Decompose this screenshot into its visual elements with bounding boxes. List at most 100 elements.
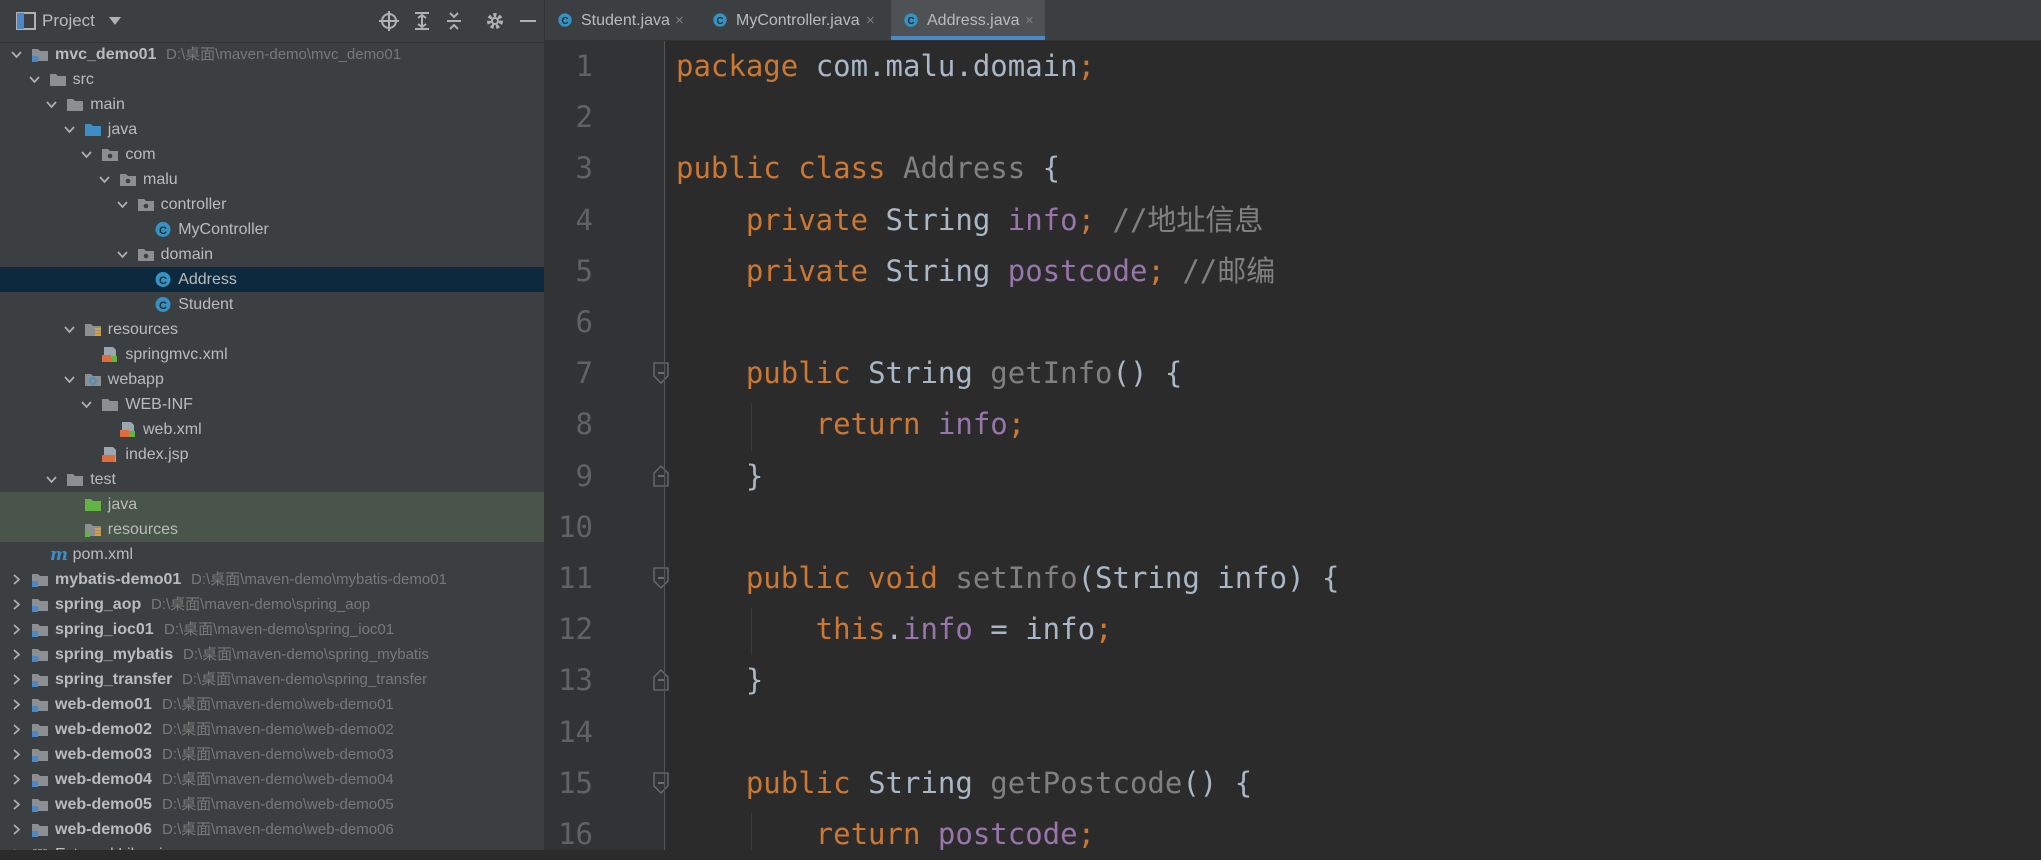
tree-item-label: spring_mybatis xyxy=(55,646,174,663)
chevron-right-icon[interactable] xyxy=(10,698,23,711)
chevron-right-icon[interactable] xyxy=(10,798,23,811)
tree-item[interactable]: index.jsp xyxy=(0,442,544,467)
chevron-right-icon[interactable] xyxy=(10,573,23,586)
chevron-right-icon[interactable] xyxy=(10,723,23,736)
chevron-down-icon[interactable] xyxy=(28,73,41,86)
chevron-down-icon[interactable] xyxy=(116,248,129,261)
chevron-right-icon[interactable] xyxy=(10,648,23,661)
code-line[interactable]: return info; xyxy=(676,399,1026,450)
editor-tab[interactable]: C MyController.java × xyxy=(700,0,886,40)
chevron-right-icon[interactable] xyxy=(10,598,23,611)
project-title[interactable]: Project xyxy=(42,11,95,31)
tree-item[interactable]: java xyxy=(0,117,544,142)
tree-item[interactable]: web-demo02 D:\桌面\maven-demo\web-demo02 xyxy=(0,717,544,742)
expand-all-icon[interactable] xyxy=(411,10,433,32)
tree-item[interactable]: spring_transfer D:\桌面\maven-demo\spring_t… xyxy=(0,667,544,692)
chevron-down-icon[interactable] xyxy=(116,198,129,211)
code-line[interactable]: package com.malu.domain; xyxy=(676,41,1095,92)
fold-open-icon[interactable] xyxy=(652,567,670,589)
tree-item[interactable]: web.xml xyxy=(0,417,544,442)
tree-item[interactable]: test xyxy=(0,467,544,492)
chevron-right-icon[interactable] xyxy=(10,623,23,636)
code-line[interactable]: return postcode; xyxy=(676,809,1095,850)
tree-item[interactable]: domain xyxy=(0,242,544,267)
tree-item[interactable]: m pom.xml xyxy=(0,542,544,567)
tree-item[interactable]: web-demo06 D:\桌面\maven-demo\web-demo06 xyxy=(0,817,544,842)
tree-item[interactable]: C Student xyxy=(0,292,544,317)
tree-item[interactable]: web-demo03 D:\桌面\maven-demo\web-demo03 xyxy=(0,742,544,767)
tree-item[interactable]: spring_aop D:\桌面\maven-demo\spring_aop xyxy=(0,592,544,617)
test-source-folder-icon xyxy=(84,499,101,511)
tree-item[interactable]: mvc_demo01 D:\桌面\maven-demo\mvc_demo01 xyxy=(0,42,544,67)
code-area[interactable]: package com.malu.domain; public class Add… xyxy=(676,41,2036,850)
tree-item[interactable]: spring_mybatis D:\桌面\maven-demo\spring_my… xyxy=(0,642,544,667)
tree-item-label: com xyxy=(125,146,156,163)
tree-item[interactable]: src xyxy=(0,67,544,92)
chevron-right-icon[interactable] xyxy=(10,748,23,761)
chevron-down-icon[interactable] xyxy=(63,123,76,136)
fold-close-icon[interactable] xyxy=(652,669,670,692)
tree-item[interactable]: External Libraries xyxy=(0,842,544,850)
tree-item-path: D:\桌面\maven-demo\spring_transfer xyxy=(182,671,428,688)
tree-item[interactable]: java xyxy=(0,492,544,517)
code-token: public void xyxy=(676,561,956,595)
chevron-down-icon[interactable] xyxy=(10,48,23,61)
tree-item[interactable]: main xyxy=(0,92,544,117)
tree-item[interactable]: mybatis-demo01 D:\桌面\maven-demo\mybatis-d… xyxy=(0,567,544,592)
fold-open-icon[interactable] xyxy=(652,772,670,794)
tree-item[interactable]: web-demo04 D:\桌面\maven-demo\web-demo04 xyxy=(0,767,544,792)
line-number: 3 xyxy=(575,151,593,186)
chevron-down-icon[interactable] xyxy=(108,15,122,27)
tree-item[interactable]: resources xyxy=(0,517,544,542)
chevron-down-icon[interactable] xyxy=(98,173,111,186)
code-line[interactable]: } xyxy=(676,655,763,706)
code-line[interactable]: public class Address { xyxy=(676,143,1060,194)
tree-item[interactable]: web-demo01 D:\桌面\maven-demo\web-demo01 xyxy=(0,692,544,717)
code-line[interactable]: public void setInfo(String info) { xyxy=(676,553,1340,604)
tree-item[interactable]: spring_ioc01 D:\桌面\maven-demo\spring_ioc0… xyxy=(0,617,544,642)
editor-gutter: 1 2 3 4 5 6 7 8 9 10 11 12 13 14 15 16 xyxy=(545,41,669,851)
chevron-right-icon[interactable] xyxy=(10,673,23,686)
tree-item[interactable]: webapp xyxy=(0,367,544,392)
gear-icon[interactable] xyxy=(484,10,506,32)
minimize-icon[interactable] xyxy=(517,10,539,32)
chevron-down-icon[interactable] xyxy=(80,398,93,411)
tree-item[interactable]: resources xyxy=(0,317,544,342)
code-token: Address xyxy=(902,151,1026,186)
tree-item-label: domain xyxy=(160,246,214,263)
chevron-right-icon[interactable] xyxy=(10,823,23,836)
tree-item[interactable]: C MyController xyxy=(0,217,544,242)
editor-tab[interactable]: C Address.java × xyxy=(891,0,1045,40)
close-icon[interactable]: × xyxy=(1025,0,1034,42)
tree-item[interactable]: C Address xyxy=(0,267,544,292)
chevron-down-icon[interactable] xyxy=(63,323,76,336)
chevron-down-icon[interactable] xyxy=(45,473,58,486)
chevron-right-icon[interactable] xyxy=(10,773,23,786)
tree-item[interactable]: web-demo05 D:\桌面\maven-demo\web-demo05 xyxy=(0,792,544,817)
close-icon[interactable]: × xyxy=(675,0,684,42)
chevron-down-icon[interactable] xyxy=(63,373,76,386)
code-token: = info xyxy=(972,612,1096,647)
tree-item[interactable]: springmvc.xml xyxy=(0,342,544,367)
code-line[interactable]: } xyxy=(676,451,763,502)
code-line[interactable]: public String getPostcode() { xyxy=(676,758,1252,809)
code-line[interactable]: private String info; //地址信息 xyxy=(676,195,1264,246)
code-line[interactable]: this.info = info; xyxy=(676,604,1113,655)
tree-item[interactable]: com xyxy=(0,142,544,167)
code-token: String xyxy=(868,765,991,800)
java-class-icon: C xyxy=(155,222,171,237)
code-line[interactable]: public String getInfo() { xyxy=(676,348,1183,399)
tree-item[interactable]: controller xyxy=(0,192,544,217)
chevron-down-icon[interactable] xyxy=(80,148,93,161)
fold-close-icon[interactable] xyxy=(652,464,670,487)
library-icon xyxy=(33,849,47,850)
fold-open-icon[interactable] xyxy=(652,362,670,385)
tree-item[interactable]: WEB-INF xyxy=(0,392,544,417)
tree-item[interactable]: malu xyxy=(0,167,544,192)
locate-target-icon[interactable] xyxy=(378,10,400,32)
chevron-down-icon[interactable] xyxy=(45,98,58,111)
collapse-all-icon[interactable] xyxy=(443,10,465,32)
code-line[interactable]: private String postcode; //邮编 xyxy=(676,246,1275,297)
close-icon[interactable]: × xyxy=(866,0,875,42)
editor-tab[interactable]: C Student.java × xyxy=(545,0,695,40)
